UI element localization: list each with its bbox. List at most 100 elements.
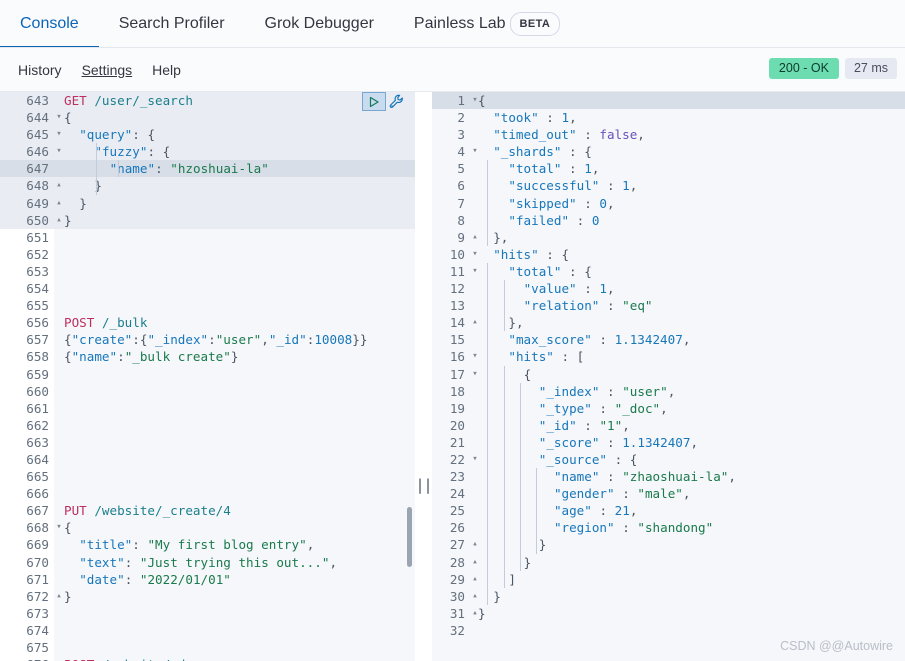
line-number[interactable]: 15: [432, 331, 470, 348]
line-content[interactable]: [54, 263, 415, 280]
line-content[interactable]: PUT /website/_create/4: [54, 502, 415, 519]
line-number[interactable]: 1 ▾: [432, 92, 477, 109]
editor-vertical-scrollbar-thumb[interactable]: [407, 507, 412, 567]
code-line[interactable]: 21 "_score" : 1.1342407,: [432, 434, 905, 451]
line-content[interactable]: "successful" : 1,: [470, 177, 905, 194]
code-line[interactable]: 673: [0, 605, 415, 622]
line-content[interactable]: "title": "My first blog entry",: [54, 536, 415, 553]
line-number[interactable]: 667: [0, 502, 54, 519]
line-content[interactable]: "_id" : "1",: [470, 417, 905, 434]
line-number[interactable]: 644 ▾: [0, 109, 61, 126]
code-line[interactable]: 669 "title": "My first blog entry",: [0, 536, 415, 553]
code-line[interactable]: 654: [0, 280, 415, 297]
code-line[interactable]: 657 {"create":{"_index":"user","_id":1000…: [0, 331, 415, 348]
code-line[interactable]: 675: [0, 639, 415, 656]
tab-console[interactable]: Console: [0, 0, 99, 48]
line-number[interactable]: 646 ▾: [0, 143, 61, 160]
line-content[interactable]: "total" : 1,: [470, 160, 905, 177]
code-line[interactable]: 29 ▴ ]: [432, 571, 905, 588]
line-content[interactable]: }: [470, 588, 905, 605]
line-content[interactable]: "hits" : {: [470, 246, 905, 263]
line-number[interactable]: 9 ▴: [432, 229, 477, 246]
line-number[interactable]: 649 ▴: [0, 195, 61, 212]
line-number[interactable]: 659: [0, 366, 54, 383]
line-number[interactable]: 3: [432, 126, 470, 143]
code-line[interactable]: 665: [0, 468, 415, 485]
line-number[interactable]: 676: [0, 656, 54, 661]
code-line[interactable]: 1 ▾{: [432, 92, 905, 110]
line-number[interactable]: 652: [0, 246, 54, 263]
line-number[interactable]: 13: [432, 297, 470, 314]
line-content[interactable]: {: [470, 92, 905, 109]
line-number[interactable]: 23: [432, 468, 470, 485]
line-number[interactable]: 654: [0, 280, 54, 297]
line-number[interactable]: 18: [432, 383, 470, 400]
line-number[interactable]: 26: [432, 519, 470, 536]
subnav-help[interactable]: Help: [142, 48, 191, 92]
line-content[interactable]: [470, 622, 905, 639]
code-line[interactable]: 643 GET /user/_search: [0, 92, 415, 110]
tab-painless-lab[interactable]: Painless Lab BETA: [394, 0, 580, 48]
line-content[interactable]: {"name":"_bulk create"}: [54, 348, 415, 365]
code-line[interactable]: 667 PUT /website/_create/4: [0, 502, 415, 519]
code-line[interactable]: 27 ▴ }: [432, 536, 905, 553]
response-panel[interactable]: 1 ▾{2 "took" : 1, 3 "timed_out" : false, 4 ▾…: [432, 92, 905, 661]
line-content[interactable]: "timed_out" : false,: [470, 126, 905, 143]
line-number[interactable]: 25: [432, 502, 470, 519]
line-content[interactable]: "_type" : "_doc",: [470, 400, 905, 417]
line-number[interactable]: 5: [432, 160, 470, 177]
line-number[interactable]: 672 ▴: [0, 588, 61, 605]
code-line[interactable]: 10 ▾ "hits" : {: [432, 246, 905, 263]
line-number[interactable]: 661: [0, 400, 54, 417]
line-content[interactable]: }: [54, 195, 415, 212]
play-icon[interactable]: [362, 92, 386, 111]
line-number[interactable]: 645 ▾: [0, 126, 61, 143]
line-number[interactable]: 19: [432, 400, 470, 417]
line-number[interactable]: 669: [0, 536, 54, 553]
code-line[interactable]: 650 ▴}: [0, 211, 415, 229]
line-content[interactable]: "max_score" : 1.1342407,: [470, 331, 905, 348]
line-content[interactable]: }: [54, 588, 415, 605]
code-line[interactable]: 2 "took" : 1,: [432, 109, 905, 126]
line-number[interactable]: 31 ▴: [432, 605, 478, 622]
code-line[interactable]: 647 "name": "hzoshuai-la": [0, 160, 415, 178]
line-content[interactable]: {: [54, 109, 415, 126]
line-number[interactable]: 21: [432, 434, 470, 451]
line-number[interactable]: 12: [432, 280, 470, 297]
line-number[interactable]: 16 ▾: [432, 348, 478, 365]
code-line[interactable]: 12 "value" : 1,: [432, 280, 905, 297]
code-line[interactable]: 22 ▾ "_source" : {: [432, 451, 905, 468]
line-content[interactable]: }: [470, 605, 905, 622]
code-line[interactable]: 646 ▾ "fuzzy": {: [0, 143, 415, 161]
line-content[interactable]: "total" : {: [470, 263, 905, 280]
code-line[interactable]: 655: [0, 297, 415, 314]
line-content[interactable]: [54, 639, 415, 656]
line-content[interactable]: "failed" : 0: [470, 212, 905, 229]
code-line[interactable]: 28 ▴ }: [432, 554, 905, 571]
code-line[interactable]: 3 "timed_out" : false,: [432, 126, 905, 143]
code-line[interactable]: 13 "relation" : "eq": [432, 297, 905, 314]
line-content[interactable]: [54, 400, 415, 417]
code-line[interactable]: 16 ▾ "hits" : [: [432, 348, 905, 365]
code-line[interactable]: 4 ▾ "_shards" : {: [432, 143, 905, 160]
code-line[interactable]: 648 ▴ }: [0, 177, 415, 195]
code-line[interactable]: 32: [432, 622, 905, 639]
line-number[interactable]: 24: [432, 485, 470, 502]
code-line[interactable]: 670 "text": "Just trying this out...",: [0, 554, 415, 571]
code-line[interactable]: 7 "skipped" : 0,: [432, 195, 905, 212]
line-content[interactable]: "text": "Just trying this out...",: [54, 554, 415, 571]
code-line[interactable]: 660: [0, 383, 415, 400]
line-content[interactable]: "skipped" : 0,: [470, 195, 905, 212]
line-number[interactable]: 668 ▾: [0, 519, 61, 536]
code-line[interactable]: 653: [0, 263, 415, 280]
line-content[interactable]: "name": "hzoshuai-la": [54, 160, 415, 177]
line-content[interactable]: "_source" : {: [470, 451, 905, 468]
line-number[interactable]: 17 ▾: [432, 366, 478, 383]
code-line[interactable]: 668 ▾{: [0, 519, 415, 536]
code-line[interactable]: 24 "gender" : "male",: [432, 485, 905, 502]
code-line[interactable]: 645 ▾ "query": {: [0, 126, 415, 144]
code-line[interactable]: 672 ▴}: [0, 588, 415, 605]
line-content[interactable]: "value" : 1,: [470, 280, 905, 297]
line-content[interactable]: "fuzzy": {: [54, 143, 415, 160]
line-number[interactable]: 660: [0, 383, 54, 400]
